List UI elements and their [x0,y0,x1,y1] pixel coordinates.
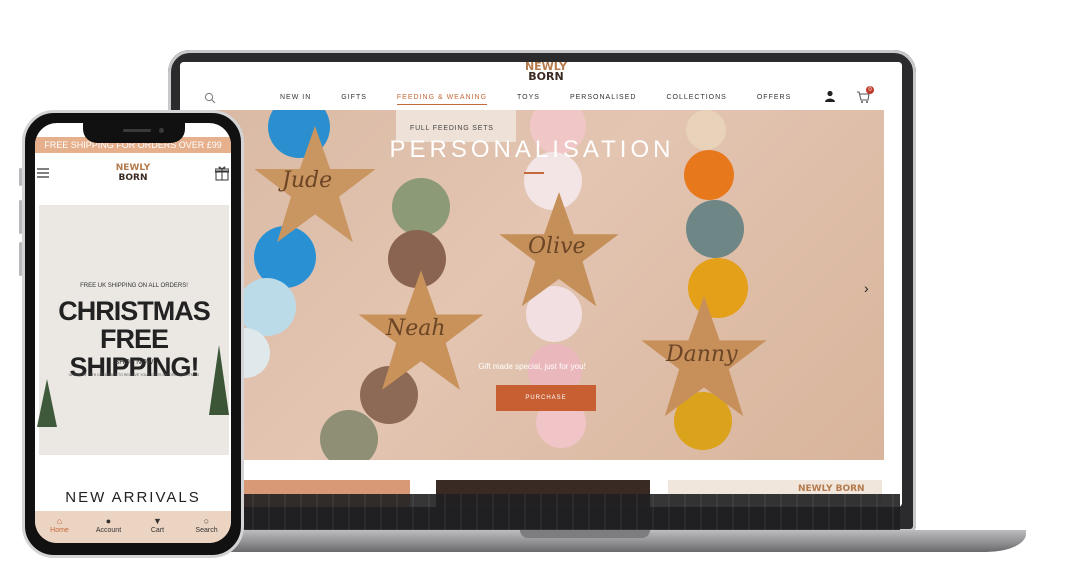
nav-item-gifts[interactable]: GIFTS [341,94,367,105]
hero-divider [524,172,544,174]
promo-banner[interactable]: FREE UK SHIPPING ON ALL ORDERS! CHRISTMA… [37,205,229,455]
nav-item-toys[interactable]: TOYS [517,94,540,105]
hero-banner: Jude Olive Neah Danny FULL FEEDING SETS … [180,110,884,460]
promo-order-note: ORDER BY 15TH DECEMBER TO RECEIVE YOUR G… [68,373,200,377]
mobile-tab-bar: ⌂ Home ● Account ▼ Cart ○ Search [35,511,231,543]
chevron-right-icon[interactable]: › [864,280,869,296]
star-label-neah: Neah [386,316,446,341]
laptop-device: NEWLY BORN NEW IN GIFTS FEEDING & WEANIN… [168,50,916,532]
search-icon[interactable] [204,92,216,104]
promo-free-shipping: FREE UK SHIPPING ON ALL ORDERS! [80,283,188,289]
site-header: NEWLY BORN NEW IN GIFTS FEEDING & WEANIN… [180,62,902,114]
star-label-jude: Jude [282,168,333,193]
mobile-site-logo[interactable]: NEWLY BORN [111,163,155,193]
nav-item-new-in[interactable]: NEW IN [280,94,311,105]
star-label-olive: Olive [528,234,586,259]
search-icon: ○ [203,516,210,526]
bead-slate [686,200,744,258]
nav-item-personalised[interactable]: PERSONALISED [570,94,636,105]
phone-screen: FREE SHIPPING FOR ORDERS OVER £99 NEWLY … [35,123,231,543]
home-icon: ⌂ [56,516,63,526]
purchase-button[interactable]: PURCHASE [496,385,596,411]
tab-search[interactable]: ○ Search [182,511,231,543]
main-nav: NEW IN GIFTS FEEDING & WEANING TOYS PERS… [280,94,821,105]
promo-headline: CHRISTMAS FREE SHIPPING! [58,296,211,382]
laptop-keyboard [190,494,900,530]
phone-device: FREE SHIPPING FOR ORDERS OVER £99 NEWLY … [22,110,244,558]
gift-icon[interactable] [215,165,229,181]
phone-notch [83,123,185,143]
tab-account[interactable]: ● Account [84,511,133,543]
nav-item-feeding-weaning[interactable]: FEEDING & WEANING [396,94,488,105]
nav-item-collections[interactable]: COLLECTIONS [666,94,726,105]
laptop-screen: NEWLY BORN NEW IN GIFTS FEEDING & WEANIN… [180,62,902,507]
user-icon: ● [105,516,112,526]
bead-olive [320,410,378,460]
thumbnail-logo: NEWLY BORN [798,484,865,494]
site-logo[interactable]: NEWLY BORN [524,62,568,84]
tab-cart[interactable]: ▼ Cart [133,511,182,543]
nav-item-offers[interactable]: OFFERS [757,94,791,105]
bead-sage [392,178,450,236]
menu-icon[interactable] [37,167,49,179]
tab-home[interactable]: ⌂ Home [35,511,84,543]
user-icon[interactable] [824,90,836,102]
cart-count-badge: 0 [866,86,874,94]
hero-subtitle: Gift made special, just for you! [478,362,586,371]
new-arrivals-heading: NEW ARRIVALS [65,489,201,506]
cart-icon: ▼ [153,516,162,526]
hero-title: PERSONALISATION [389,136,675,163]
tree-decoration [37,379,57,427]
shop-now-link[interactable]: SHOP NOW [39,359,229,366]
laptop-base [140,530,1026,552]
